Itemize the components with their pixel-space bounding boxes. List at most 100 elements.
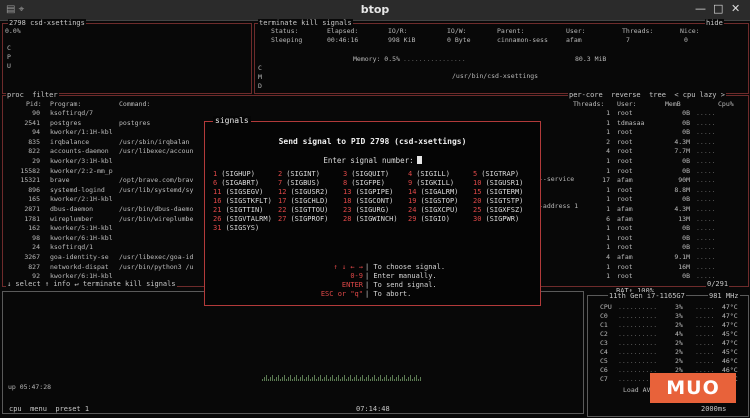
signal-number: 25 <box>473 206 482 214</box>
core-temp-bar: ..... <box>695 348 715 356</box>
core-temp: 47°C <box>722 312 738 320</box>
signal-option[interactable]: 12 (SIGUSR2) <box>278 188 328 196</box>
signal-option[interactable]: 18 (SIGCONT) <box>343 197 393 205</box>
clock: 07:14:48 <box>355 405 391 413</box>
signal-option[interactable]: 10 (SIGUSR1) <box>473 179 523 187</box>
activity-graph <box>262 366 422 381</box>
row-mem: 0B <box>682 233 690 242</box>
signal-name: (SIGIO) <box>420 215 450 223</box>
row-pid: 1781 <box>24 214 40 223</box>
signal-number: 5 <box>473 170 478 178</box>
signal-option[interactable]: 2 (SIGINT) <box>278 170 320 178</box>
signal-option[interactable]: 3 (SIGQUIT) <box>343 170 389 178</box>
detail-v-iow: 0 Byte <box>447 36 471 44</box>
signal-name: (SIGPIPE) <box>355 188 394 196</box>
signal-option[interactable]: 5 (SIGTRAP) <box>473 170 519 178</box>
row-pid: 29 <box>32 157 40 165</box>
col-pid[interactable]: Pid: <box>26 100 42 108</box>
top-left-pct: 0.0% <box>5 27 21 35</box>
row-program: brave <box>50 176 70 185</box>
minimize-icon[interactable]: — <box>695 2 706 15</box>
proc-header: Pid: Program: Command: Threads: User: Me… <box>6 100 746 108</box>
signal-option[interactable]: 20 (SIGTSTP) <box>473 197 523 205</box>
memory-bar: ................ <box>403 55 466 63</box>
help-desc: | To abort. <box>365 290 412 298</box>
core-pct: 2% <box>675 348 683 356</box>
signal-option[interactable]: 27 (SIGPROF) <box>278 215 328 223</box>
row-threads: 1 <box>606 166 610 175</box>
signal-option[interactable]: 7 (SIGBUS) <box>278 179 320 187</box>
help-key: ESC or "q" <box>320 290 363 298</box>
core-pct: 2% <box>675 357 683 365</box>
signal-option[interactable]: 16 (SIGSTKFLT) <box>213 197 272 205</box>
signal-option[interactable]: 28 (SIGWINCH) <box>343 215 398 223</box>
signal-name: (SIGHUP) <box>221 170 255 178</box>
signal-option[interactable]: 17 (SIGCHLD) <box>278 197 328 205</box>
proc-label[interactable]: proc filter <box>6 91 59 99</box>
maximize-icon[interactable]: □ <box>713 2 723 15</box>
core-name: C0 <box>600 312 608 320</box>
signal-name: (SIGTRAP) <box>481 170 520 178</box>
terminal[interactable]: 2798 csd-xsettings 0.0% C P U terminate … <box>0 19 750 418</box>
bottom-left-label[interactable]: cpu menu preset 1 <box>8 405 91 413</box>
signal-number: 22 <box>278 206 287 214</box>
detail-label[interactable]: terminate kill signals <box>258 19 353 27</box>
core-temp-bar: ..... <box>695 357 715 365</box>
col-cpu[interactable]: Cpu% <box>718 100 734 108</box>
col-user[interactable]: User: <box>617 100 637 108</box>
signal-name: (SIGTTIN) <box>225 206 264 214</box>
signal-number-prompt[interactable]: Enter signal number: <box>205 156 540 165</box>
signal-name: (SIGBUS) <box>286 179 320 187</box>
help-desc: | Enter manually. <box>365 272 437 280</box>
proc-count: 0/291 <box>706 280 730 288</box>
signal-option[interactable]: 26 (SIGVTALRM) <box>213 215 272 223</box>
row-program: kworker/2:1H-kbl <box>50 195 113 204</box>
signal-option[interactable]: 14 (SIGALRM) <box>408 188 458 196</box>
col-command[interactable]: Command: <box>119 100 150 108</box>
signal-option[interactable]: 23 (SIGURG) <box>343 206 389 214</box>
core-temp-bar: ..... <box>695 312 715 320</box>
signal-option[interactable]: 8 (SIGFPE) <box>343 179 385 187</box>
signal-option[interactable]: 4 (SIGILL) <box>408 170 450 178</box>
signal-option[interactable]: 19 (SIGSTOP) <box>408 197 458 205</box>
update-interval[interactable]: 2000ms <box>700 405 728 413</box>
core-pct: 3% <box>675 312 683 320</box>
hide-button[interactable]: hide <box>705 19 724 27</box>
signal-number: 19 <box>408 197 417 205</box>
col-mem[interactable]: MemB <box>665 100 681 108</box>
col-program[interactable]: Program: <box>50 100 81 108</box>
proc-bottom-label[interactable]: ↓ select ↑ info ↵ terminate kill signals <box>6 280 177 288</box>
row-mem: 4.3M <box>674 205 690 213</box>
signal-option[interactable]: 9 (SIGKILL) <box>408 179 454 187</box>
signal-option[interactable]: 25 (SIGXFSZ) <box>473 206 523 214</box>
close-icon[interactable]: ✕ <box>731 2 740 15</box>
signal-option[interactable]: 31 (SIGSYS) <box>213 224 259 232</box>
signal-option[interactable]: 15 (SIGTERM) <box>473 188 523 196</box>
signal-option[interactable]: 21 (SIGTTIN) <box>213 206 263 214</box>
signal-option[interactable]: 1 (SIGHUP) <box>213 170 255 178</box>
signal-option[interactable]: 24 (SIGXCPU) <box>408 206 458 214</box>
cpu-usage-graph: ..... <box>696 243 716 252</box>
signal-option[interactable]: 29 (SIGIO) <box>408 215 450 223</box>
signal-option[interactable]: 11 (SIGSEGV) <box>213 188 263 196</box>
signal-option[interactable]: 22 (SIGTTOU) <box>278 206 328 214</box>
text-cursor <box>416 156 422 164</box>
row-user: root <box>617 147 633 156</box>
detail-h-user: User: <box>566 27 586 35</box>
signal-option[interactable]: 13 (SIGPIPE) <box>343 188 393 196</box>
signal-number: 7 <box>278 179 283 187</box>
cpu-letter-u: U <box>7 62 11 70</box>
signal-option[interactable]: 30 (SIGPWR) <box>473 215 519 223</box>
core-name: C3 <box>600 339 608 347</box>
row-pid: 98 <box>32 233 40 242</box>
table-row[interactable]: 90 ksoftirqd/7 1 root 0B..... <box>6 109 746 117</box>
signal-name: (SIGCONT) <box>355 197 394 205</box>
row-threads: 1 <box>606 185 610 194</box>
col-threads[interactable]: Threads: <box>573 100 604 108</box>
proc-options-label[interactable]: per-core reverse tree < cpu lazy > <box>568 91 726 99</box>
row-user: root <box>617 243 633 252</box>
core-bar: .......... <box>618 339 658 347</box>
core-pct: 2% <box>675 339 683 347</box>
row-mem: 0B <box>682 166 690 175</box>
signal-option[interactable]: 6 (SIGABRT) <box>213 179 259 187</box>
